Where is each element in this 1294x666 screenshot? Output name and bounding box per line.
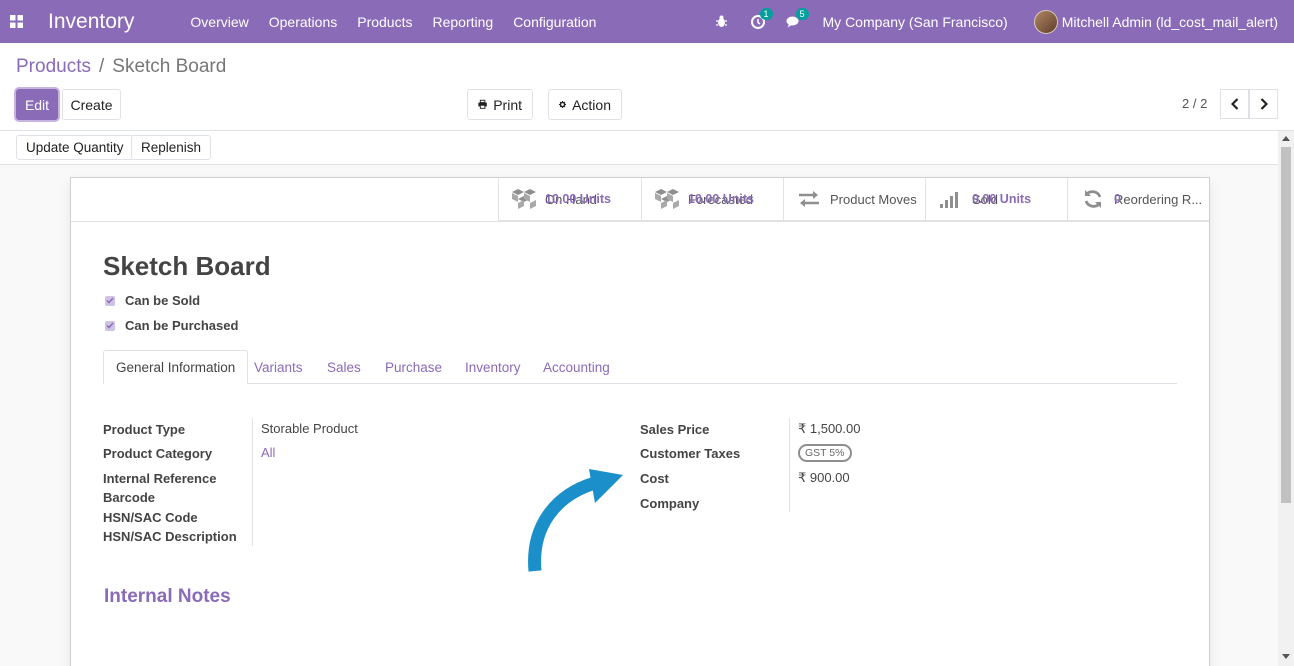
product-category-link[interactable]: All: [261, 445, 275, 460]
label-separator: [252, 418, 253, 546]
scroll-thumb[interactable]: [1281, 147, 1291, 503]
action-button[interactable]: Action: [548, 89, 622, 120]
product-category-label: Product Category: [103, 446, 213, 461]
notebook-tabs: General Information Variants Sales Purch…: [103, 350, 1177, 384]
internal-notes-title: Internal Notes: [104, 586, 231, 607]
cost-label: Cost: [640, 471, 669, 486]
sales-price-label: Sales Price: [640, 422, 710, 437]
form-sheet: 10.00 Units On Hand 10.00 Units Forecast…: [70, 177, 1210, 666]
top-navbar: Inventory Overview Operations Products R…: [0, 0, 1294, 43]
app-title[interactable]: Inventory: [48, 10, 134, 34]
hsn-code-label: HSN/SAC Code: [103, 510, 198, 525]
signal-icon: [938, 186, 964, 212]
page-scrollbar[interactable]: [1278, 131, 1294, 666]
smart-button-product-moves[interactable]: Product Moves: [783, 178, 925, 221]
annotation-arrow-icon: [528, 469, 623, 572]
menu-reporting[interactable]: Reporting: [422, 14, 503, 30]
can-be-sold-checkbox[interactable]: Can be Sold: [105, 293, 200, 308]
forecasted-value: 10.00 Units: [688, 191, 755, 206]
tab-sales[interactable]: Sales: [315, 350, 373, 384]
can-be-purchased-checkbox[interactable]: Can be Purchased: [105, 318, 238, 333]
tab-general-information[interactable]: General Information: [103, 350, 249, 384]
tab-accounting[interactable]: Accounting: [531, 350, 622, 384]
pager-value[interactable]: 2 / 2: [1182, 96, 1207, 111]
navbar-systray: 1 5 My Company (San Francisco) Mitchell …: [709, 0, 1294, 43]
breadcrumb-current: Sketch Board: [112, 56, 227, 77]
scroll-up-icon[interactable]: [1282, 135, 1290, 141]
label-separator: [789, 418, 790, 512]
customer-taxes-label: Customer Taxes: [640, 446, 741, 461]
tab-variants[interactable]: Variants: [242, 350, 315, 384]
control-panel: Products / Sketch Board Edit Create Prin…: [0, 43, 1294, 131]
messages-icon[interactable]: 5: [781, 7, 809, 32]
hsn-description-label: HSN/SAC Description: [103, 529, 237, 544]
cubes-icon: [654, 186, 680, 212]
can-be-sold-label: Can be Sold: [125, 293, 201, 308]
product-type-value[interactable]: Storable Product: [261, 421, 358, 436]
sold-value: 0.00 Units: [972, 191, 1032, 206]
product-moves-label: Product Moves: [830, 191, 917, 207]
breadcrumb-separator: /: [98, 56, 105, 77]
refresh-icon: [1080, 186, 1106, 212]
smart-button-reordering-rules[interactable]: 0 Reordering R...: [1067, 178, 1209, 221]
user-menu[interactable]: Mitchell Admin (ld_cost_mail_alert): [1062, 14, 1278, 30]
gear-icon: [559, 100, 567, 109]
internal-reference-label: Internal Reference: [103, 471, 217, 486]
tab-purchase[interactable]: Purchase: [373, 350, 454, 384]
chevron-right-icon: [1260, 98, 1268, 110]
smart-button-sold[interactable]: 0.00 Units Sold: [925, 178, 1067, 221]
menu-overview[interactable]: Overview: [180, 14, 258, 30]
create-button[interactable]: Create: [62, 89, 121, 120]
print-label: Print: [493, 96, 522, 113]
company-switcher[interactable]: My Company (San Francisco): [823, 14, 1008, 30]
menu-configuration[interactable]: Configuration: [503, 14, 606, 30]
print-button[interactable]: Print: [467, 89, 533, 120]
activity-badge: 1: [759, 7, 773, 20]
pager-next-button[interactable]: [1249, 89, 1278, 119]
action-label: Action: [572, 96, 611, 113]
cost-value[interactable]: ₹ 900.00: [798, 470, 850, 486]
on-hand-value: 10.00 Units: [545, 191, 612, 206]
can-be-purchased-label: Can be Purchased: [125, 318, 239, 333]
smart-buttons-divider: [71, 221, 1209, 222]
menu-operations[interactable]: Operations: [259, 14, 347, 30]
smart-button-on-hand[interactable]: 10.00 Units On Hand: [498, 178, 641, 221]
product-type-label: Product Type: [103, 422, 186, 437]
product-name[interactable]: Sketch Board: [103, 251, 271, 282]
form-statusbar: Update Quantity Replenish: [0, 131, 1278, 165]
breadcrumb-products[interactable]: Products: [16, 56, 91, 78]
checkbox-checked-icon[interactable]: [105, 320, 115, 331]
user-avatar[interactable]: [1033, 9, 1058, 34]
reordering-value: 0: [1114, 191, 1121, 206]
pager-previous-button[interactable]: [1220, 89, 1249, 119]
smart-button-forecasted[interactable]: 10.00 Units Forecasted: [641, 178, 783, 221]
exchange-icon: [796, 186, 822, 212]
sales-price-value[interactable]: ₹ 1,500.00: [798, 421, 861, 437]
scroll-down-icon[interactable]: [1282, 654, 1290, 660]
barcode-label: Barcode: [103, 490, 156, 505]
edit-button[interactable]: Edit: [16, 89, 58, 120]
chevron-left-icon: [1230, 98, 1238, 110]
menu-products[interactable]: Products: [347, 14, 422, 30]
reordering-label: Reordering R...: [1114, 191, 1203, 207]
activity-icon[interactable]: 1: [745, 7, 773, 32]
company-label: Company: [640, 496, 700, 511]
apps-menu-icon[interactable]: [0, 0, 32, 43]
cubes-icon: [511, 186, 537, 212]
update-quantity-button[interactable]: Update Quantity: [16, 135, 134, 160]
breadcrumb: Products / Sketch Board: [16, 56, 226, 78]
gst-tax-tag[interactable]: GST 5%: [798, 444, 852, 462]
checkbox-checked-icon[interactable]: [105, 295, 115, 306]
replenish-button[interactable]: Replenish: [131, 135, 212, 160]
messages-badge: 5: [795, 7, 809, 20]
tab-inventory[interactable]: Inventory: [453, 350, 533, 384]
bug-icon[interactable]: [709, 12, 735, 32]
print-icon: [478, 99, 487, 109]
main-menu: Overview Operations Products Reporting C…: [180, 14, 606, 30]
